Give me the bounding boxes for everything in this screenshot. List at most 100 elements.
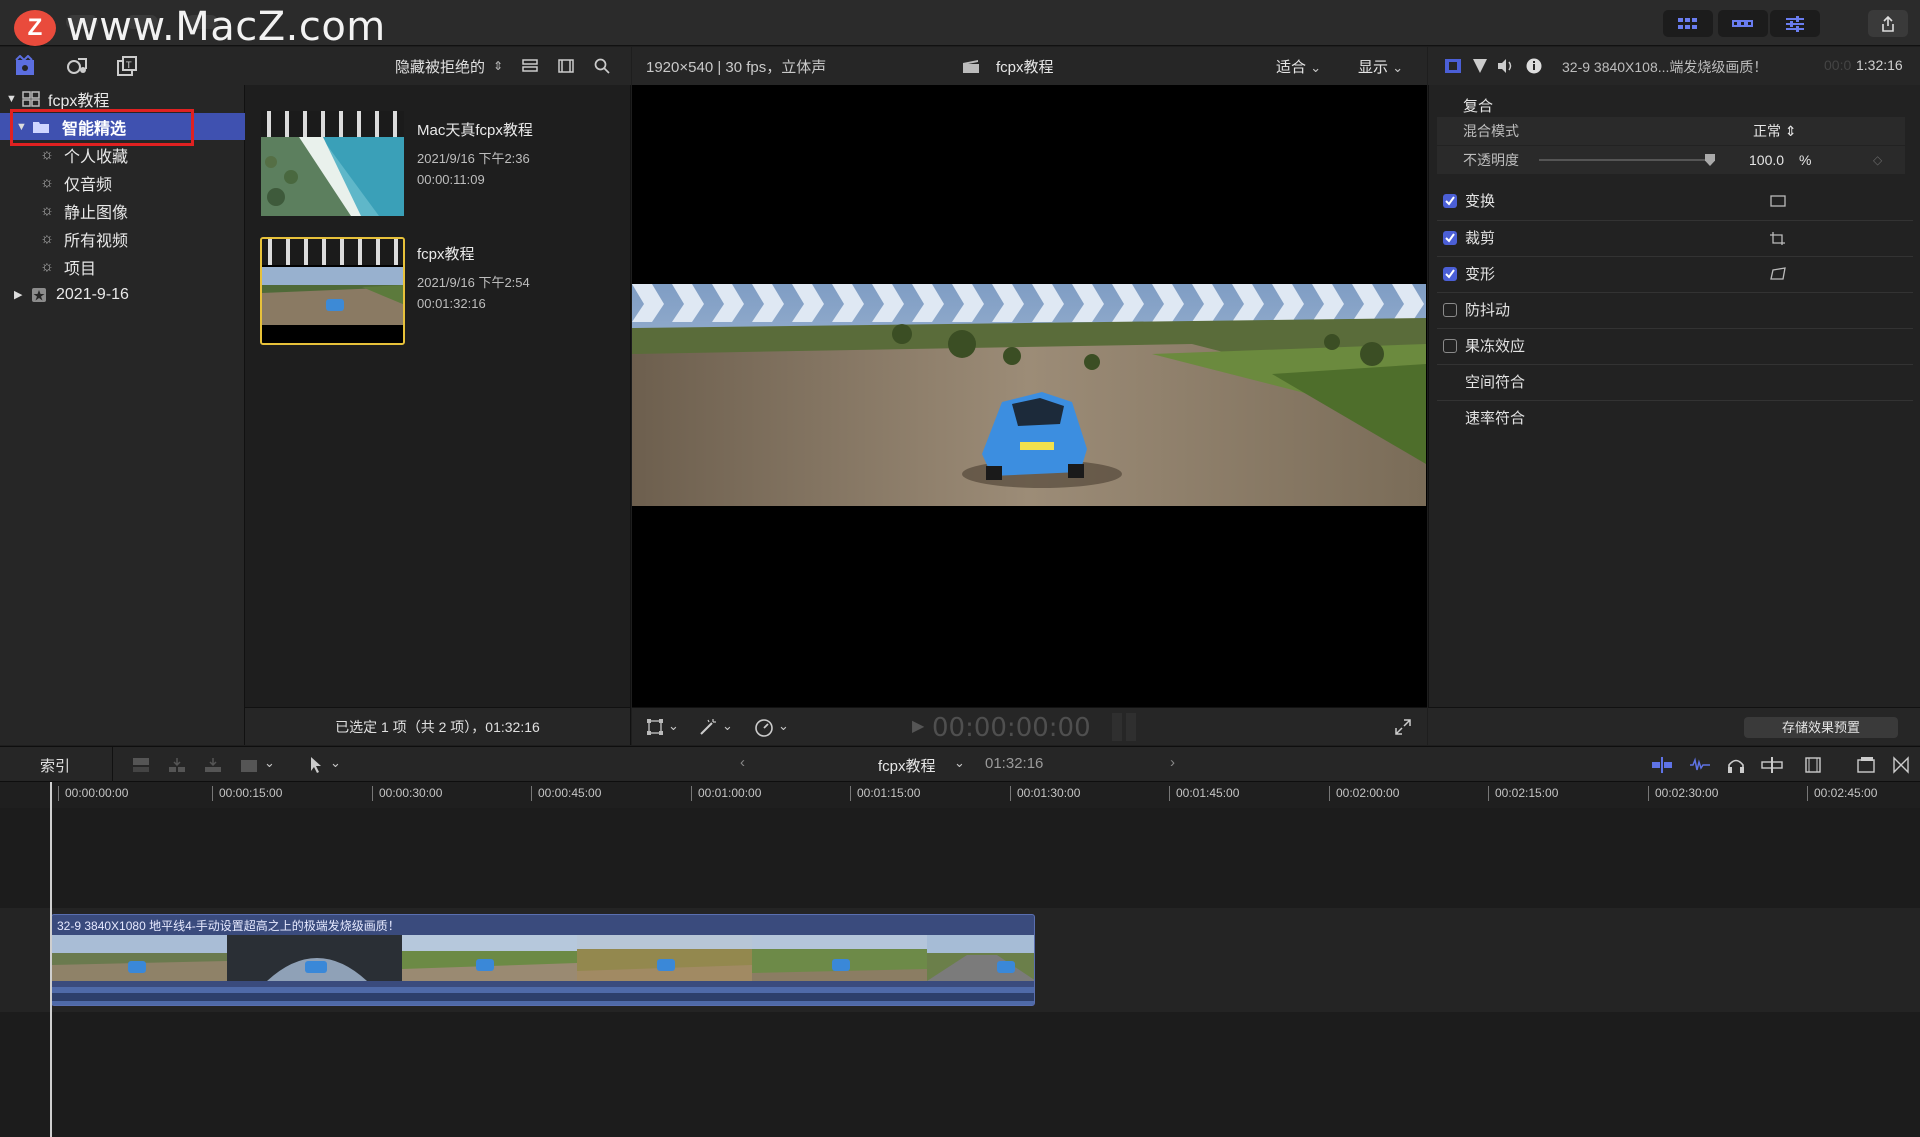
effect-row-distort[interactable]: 变形 xyxy=(1429,256,1905,291)
timecode-display[interactable]: 00:00:00:00 xyxy=(932,713,1091,743)
effect-row-spatial-conform[interactable]: 空间符合 xyxy=(1429,364,1905,399)
sidebar-item-audio-only[interactable]: ☼ 仅音频 xyxy=(0,169,245,196)
effect-row-crop[interactable]: 裁剪 xyxy=(1429,220,1905,255)
timeline-ruler[interactable]: 00:00:00:00 00:00:15:00 00:00:30:00 00:0… xyxy=(0,782,1920,808)
history-forward-icon[interactable]: › xyxy=(1170,754,1175,771)
info-inspector-icon[interactable] xyxy=(1526,58,1542,74)
opacity-value[interactable]: 100.0 xyxy=(1749,152,1784,168)
timeline-clip[interactable]: 32-9 3840X1080 地平线4-手动设置超高之上的极端发烧级画质！ xyxy=(51,914,1035,1006)
play-icon[interactable]: ▶ xyxy=(912,716,924,736)
effect-row-transform[interactable]: 变换 xyxy=(1429,183,1905,218)
clapper-icon xyxy=(963,60,979,73)
titles-generators-icon[interactable]: T xyxy=(116,55,138,77)
library-row[interactable]: ▼ fcpx教程 xyxy=(0,85,245,112)
insert-clip-icon[interactable] xyxy=(166,756,188,774)
playhead[interactable] xyxy=(50,782,52,1137)
inspector-footer: 存储效果预置 xyxy=(1428,707,1920,745)
index-button[interactable]: 索引 xyxy=(40,755,70,776)
video-inspector-icon[interactable] xyxy=(1444,58,1462,74)
effect-row-stabilization[interactable]: 防抖动 xyxy=(1429,292,1905,327)
checkbox-checked[interactable] xyxy=(1443,266,1457,281)
skimming-icon[interactable] xyxy=(1650,756,1674,774)
zoom-popup[interactable]: 适合 ⌄ xyxy=(1276,56,1321,77)
chevron-down-icon[interactable]: ⌄ xyxy=(778,718,789,734)
distort-onscreen-icon[interactable] xyxy=(1769,266,1787,281)
timeline-clip-title: 32-9 3840X1080 地平线4-手动设置超高之上的极端发烧级画质！ xyxy=(57,919,400,933)
select-tool-icon[interactable] xyxy=(308,756,324,774)
audio-inspector-icon[interactable] xyxy=(1496,58,1516,74)
sidebar-item-projects[interactable]: ☼ 项目 xyxy=(0,253,245,280)
transform-onscreen-icon[interactable] xyxy=(1769,194,1787,208)
effect-label: 变形 xyxy=(1465,266,1496,283)
timeline-project-name[interactable]: fcpx教程 xyxy=(878,755,936,776)
connect-clip-icon[interactable] xyxy=(130,756,152,774)
filmstrip-frame xyxy=(927,935,1034,981)
ruler-tick: 00:02:00:00 xyxy=(1329,786,1399,801)
clip-thumbnail[interactable] xyxy=(261,111,404,216)
toggle-inspector-button[interactable] xyxy=(1770,10,1820,37)
event-icon xyxy=(28,287,50,303)
append-clip-icon[interactable] xyxy=(202,756,224,774)
browser: Mac天真fcpx教程 2021/9/16 下午2:36 00:00:11:09… xyxy=(245,85,631,707)
inspector: 复合 混合模式 正常 ⇕ 不透明度 100.0 % ◇ 变换 裁剪 变形 防抖动… xyxy=(1428,85,1920,707)
search-icon[interactable] xyxy=(593,57,611,75)
sliders-icon xyxy=(1786,15,1804,32)
clip-appearance-icon[interactable] xyxy=(521,58,539,74)
libraries-icon[interactable] xyxy=(14,55,36,77)
blend-mode-row: 混合模式 正常 ⇕ xyxy=(1437,117,1905,145)
timeline-index-icon[interactable] xyxy=(1856,756,1876,774)
checkbox-checked[interactable] xyxy=(1443,230,1457,245)
fullscreen-icon[interactable] xyxy=(1394,718,1412,736)
keyframe-icon[interactable]: ◇ xyxy=(1873,153,1882,167)
chevron-down-icon[interactable]: ⌄ xyxy=(330,755,341,771)
effects-browser-icon[interactable] xyxy=(1892,756,1910,774)
clip-info: Mac天真fcpx教程 2021/9/16 下午2:36 00:00:11:09 xyxy=(417,119,533,190)
disclosure-open-icon[interactable]: ▼ xyxy=(6,93,20,105)
opacity-slider[interactable] xyxy=(1539,154,1715,166)
ruler-tick: 00:01:00:00 xyxy=(691,786,761,801)
sidebar-item-event[interactable]: ▶ 2021-9-16 xyxy=(0,281,245,308)
chevron-down-icon: ⌄ xyxy=(1392,60,1404,75)
photos-audio-icon[interactable] xyxy=(66,55,88,77)
sidebar-item-all-video[interactable]: ☼ 所有视频 xyxy=(0,225,245,252)
filmstrip-icon[interactable] xyxy=(557,58,575,74)
blend-mode-label: 混合模式 xyxy=(1463,123,1519,139)
updown-chevron-icon[interactable]: ⇕ xyxy=(493,59,503,73)
chevron-down-icon[interactable]: ⌄ xyxy=(668,718,679,734)
effect-row-rolling-shutter[interactable]: 果冻效应 xyxy=(1429,328,1905,363)
clip-appearance-icon[interactable] xyxy=(1804,756,1822,774)
effect-row-rate-conform[interactable]: 速率符合 xyxy=(1429,400,1905,435)
slider-knob[interactable] xyxy=(1705,154,1715,166)
chevron-down-icon[interactable]: ⌄ xyxy=(264,755,275,771)
toggle-timeline-button[interactable] xyxy=(1718,10,1768,37)
chevron-down-icon[interactable]: ⌄ xyxy=(954,755,965,771)
transform-icon[interactable] xyxy=(646,718,664,736)
beach-thumbnail-image xyxy=(261,137,404,216)
history-back-icon[interactable]: ‹ xyxy=(740,754,745,771)
headphones-icon[interactable] xyxy=(1726,756,1746,774)
view-popup[interactable]: 显示 ⌄ xyxy=(1358,56,1403,77)
inspector-header: 32-9 3840X108...端发烧级画质！ 00:0 1:32:16 xyxy=(1428,47,1920,85)
color-inspector-icon[interactable] xyxy=(1472,58,1488,74)
audio-skimming-icon[interactable] xyxy=(1688,756,1712,774)
blend-mode-popup[interactable]: 正常 ⇕ xyxy=(1753,121,1797,141)
share-button[interactable] xyxy=(1868,10,1908,37)
magic-wand-icon[interactable] xyxy=(698,718,718,736)
checkbox-unchecked[interactable] xyxy=(1443,338,1457,353)
filmstrip-frame xyxy=(577,935,752,981)
speed-icon[interactable] xyxy=(754,718,774,738)
snapping-icon[interactable] xyxy=(1760,756,1784,774)
clip-thumbnail-selected[interactable] xyxy=(260,237,405,345)
overwrite-clip-icon[interactable] xyxy=(238,756,260,774)
filter-popup[interactable]: 隐藏被拒绝的 xyxy=(395,56,485,77)
smart-collection-gear-icon: ☼ xyxy=(40,230,54,247)
save-effects-preset-button[interactable]: 存储效果预置 xyxy=(1744,717,1898,738)
crop-onscreen-icon[interactable] xyxy=(1769,231,1787,245)
disclosure-closed-icon[interactable]: ▶ xyxy=(14,288,28,301)
checkbox-unchecked[interactable] xyxy=(1443,302,1457,317)
toggle-browser-button[interactable] xyxy=(1663,10,1713,37)
checkbox-checked[interactable] xyxy=(1443,193,1457,208)
chevron-down-icon[interactable]: ⌄ xyxy=(722,718,733,734)
ruler-tick: 00:02:15:00 xyxy=(1488,786,1558,801)
sidebar-item-stills[interactable]: ☼ 静止图像 xyxy=(0,197,245,224)
